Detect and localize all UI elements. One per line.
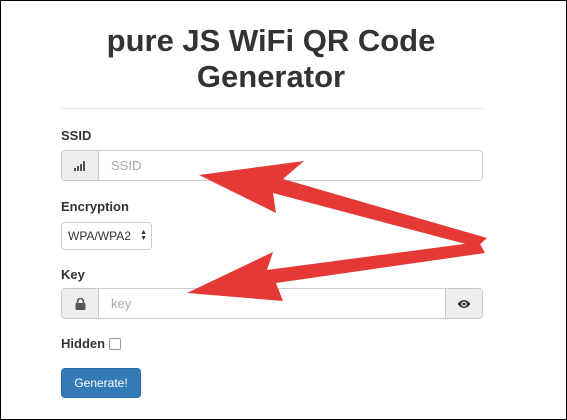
arrow-to-ssid-icon <box>199 161 487 247</box>
annotation-arrows <box>187 161 487 301</box>
arrow-to-key-icon <box>187 242 485 301</box>
window: pure JS WiFi QR Code Generator SSID Encr… <box>0 0 567 420</box>
